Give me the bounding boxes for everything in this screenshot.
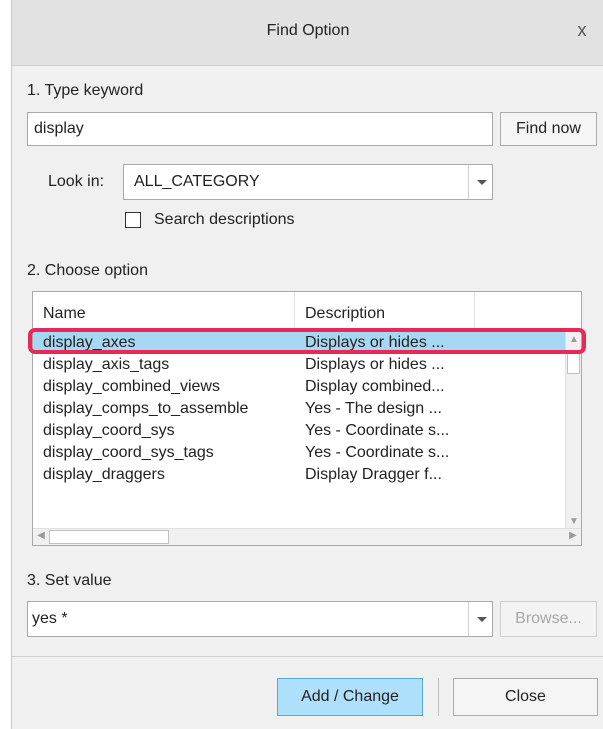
step1-label: 1. Type keyword	[27, 82, 144, 99]
dialog-title: Find Option	[266, 22, 350, 39]
option-row[interactable]: display_comps_to_assemble Yes - The desi…	[33, 398, 565, 420]
column-header-name[interactable]: Name	[33, 292, 295, 332]
option-description: Yes - Coordinate s...	[305, 422, 450, 439]
value-select[interactable]: yes *	[27, 601, 493, 637]
horizontal-scroll-thumb[interactable]	[49, 530, 169, 544]
option-name: display_draggers	[43, 466, 165, 483]
look-in-select[interactable]: ALL_CATEGORY	[123, 164, 493, 200]
option-row[interactable]: display_draggers Display Dragger f...	[33, 464, 565, 486]
option-name: display_coord_sys_tags	[43, 444, 214, 461]
column-header-description[interactable]: Description	[295, 292, 475, 332]
chevron-down-icon	[477, 180, 487, 185]
button-separator	[438, 678, 439, 716]
selection-highlight-outline	[28, 328, 586, 354]
add-change-button[interactable]: Add / Change	[277, 678, 423, 716]
option-description: Yes - Coordinate s...	[305, 444, 450, 461]
look-in-label: Look in:	[48, 173, 105, 190]
vertical-scrollbar[interactable]: ▲ ▼	[565, 332, 581, 529]
chevron-down-icon	[477, 617, 487, 622]
option-name: display_combined_views	[43, 378, 220, 395]
value-current: yes *	[32, 610, 68, 627]
title-bar: Find Option x	[12, 0, 603, 66]
find-now-button[interactable]: Find now	[500, 112, 597, 146]
keyword-input[interactable]: display	[27, 112, 493, 146]
option-row[interactable]: display_coord_sys Yes - Coordinate s...	[33, 420, 565, 442]
step2-label: 2. Choose option	[27, 262, 148, 279]
option-description: Yes - The design ...	[305, 400, 442, 417]
close-icon[interactable]: x	[572, 20, 592, 42]
vertical-scroll-thumb[interactable]	[567, 352, 580, 374]
close-button[interactable]: Close	[453, 678, 598, 716]
search-descriptions-checkbox[interactable]	[125, 212, 141, 228]
option-row[interactable]: display_axis_tags Displays or hides ...	[33, 354, 565, 376]
option-name: display_coord_sys	[43, 422, 175, 439]
look-in-value: ALL_CATEGORY	[134, 173, 260, 190]
scroll-right-icon[interactable]: ▶	[565, 530, 581, 541]
find-option-dialog: Find Option x 1. Type keyword display Fi…	[11, 0, 603, 729]
scroll-down-icon[interactable]: ▼	[566, 516, 581, 527]
option-row[interactable]: display_combined_views Display combined.…	[33, 376, 565, 398]
browse-button[interactable]: Browse...	[500, 601, 597, 637]
scroll-left-icon[interactable]: ◀	[33, 530, 49, 541]
footer-divider	[12, 656, 603, 657]
option-description: Display Dragger f...	[305, 466, 442, 483]
option-description: Displays or hides ...	[305, 356, 445, 373]
option-name: display_comps_to_assemble	[43, 400, 249, 417]
options-list-header: Name Description	[33, 292, 581, 332]
option-name: display_axis_tags	[43, 356, 170, 373]
horizontal-scrollbar[interactable]: ◀ ▶	[33, 528, 581, 545]
search-descriptions-label: Search descriptions	[154, 211, 295, 228]
option-row[interactable]: display_coord_sys_tags Yes - Coordinate …	[33, 442, 565, 464]
option-description: Display combined...	[305, 378, 445, 395]
value-dropdown-button[interactable]	[468, 602, 492, 636]
step3-label: 3. Set value	[27, 572, 112, 589]
look-in-dropdown-button[interactable]	[468, 165, 492, 199]
